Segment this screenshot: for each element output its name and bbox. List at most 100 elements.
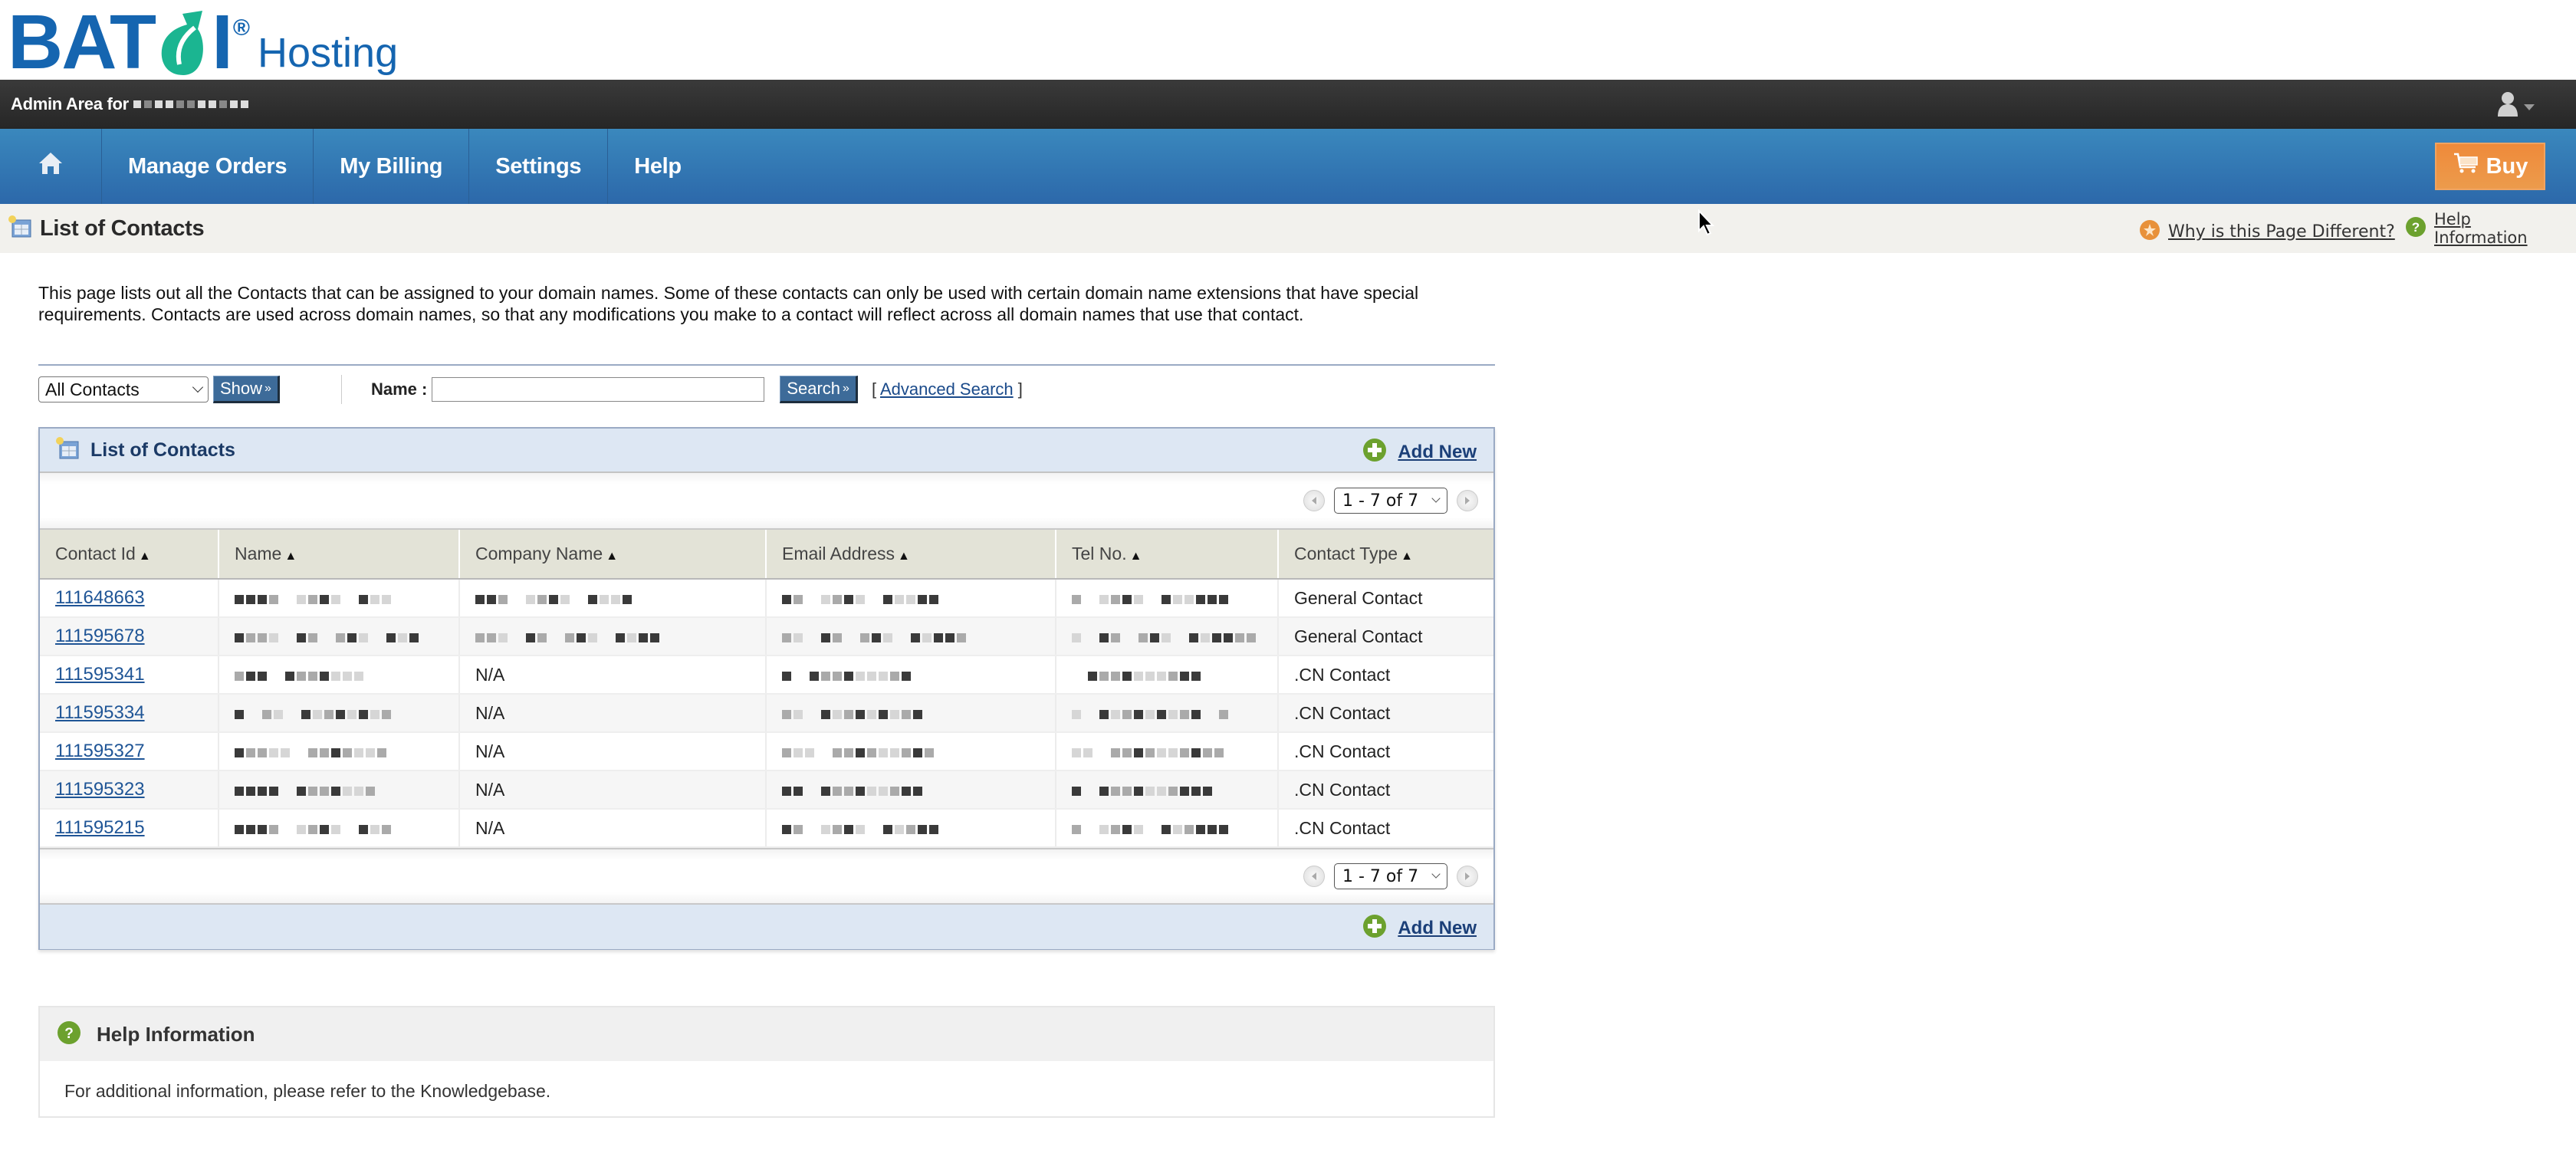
col-tel-no[interactable]: Tel No. ▲ — [1056, 530, 1279, 580]
col-contact-type[interactable]: Contact Type ▲ — [1278, 530, 1493, 580]
logo-text-left: BAT — [8, 0, 156, 85]
filter-row: All Contacts Show» Name : Search» [ Adva… — [38, 375, 1495, 404]
sort-asc-icon: ▲ — [898, 550, 910, 563]
prev-page-button[interactable] — [1303, 490, 1325, 511]
cell-tel — [1056, 579, 1279, 618]
svg-text:?: ? — [64, 1026, 74, 1042]
why-different-link[interactable]: Why is this Page Different? — [2139, 219, 2395, 245]
add-new-button[interactable]: Add New — [1362, 438, 1477, 466]
contact-id-link[interactable]: 111595678 — [55, 626, 145, 646]
advanced-search-link[interactable]: Advanced Search — [880, 380, 1014, 399]
redacted-value — [1072, 822, 1230, 837]
contact-id-link[interactable]: 111595327 — [55, 741, 145, 761]
cell-id: 111595215 — [40, 809, 219, 848]
page-title: List of Contacts — [40, 215, 205, 241]
redacted-value — [782, 822, 941, 837]
help-information-link[interactable]: ? Help Information — [2405, 210, 2534, 247]
panel-footer: Add New — [40, 905, 1493, 949]
company-value: N/A — [475, 702, 505, 723]
divider — [38, 364, 1495, 366]
user-icon — [2496, 90, 2519, 120]
filter-separator — [340, 375, 342, 404]
cell-tel — [1056, 732, 1279, 771]
page-range-select[interactable]: 1 - 7 of 7 — [1334, 488, 1447, 514]
cell-company: N/A — [459, 656, 767, 695]
help-box-title: Help Information — [97, 1022, 255, 1046]
nav-settings[interactable]: Settings — [469, 129, 609, 204]
col-email-address[interactable]: Email Address ▲ — [766, 530, 1056, 580]
redacted-value — [1072, 745, 1226, 761]
type-value: .CN Contact — [1294, 779, 1391, 800]
star-badge-icon — [2139, 219, 2160, 245]
col-name[interactable]: Name ▲ — [219, 530, 460, 580]
help-information-text[interactable]: Help Information — [2434, 210, 2534, 247]
cell-tel — [1056, 656, 1279, 695]
cell-email — [766, 694, 1056, 733]
help-icon: ? — [2405, 216, 2426, 242]
table-row: 111595323 N/A .CN Contact — [40, 770, 1493, 810]
company-value: N/A — [475, 817, 505, 838]
cell-type: .CN Contact — [1278, 809, 1493, 848]
contact-id-link[interactable]: 111595215 — [55, 817, 145, 838]
add-new-link[interactable]: Add New — [1398, 918, 1477, 939]
mouse-cursor-icon — [1697, 209, 1716, 241]
why-different-text[interactable]: Why is this Page Different? — [2168, 222, 2395, 242]
cell-name — [219, 694, 460, 733]
add-new-link[interactable]: Add New — [1398, 442, 1477, 463]
sort-asc-icon: ▲ — [1129, 550, 1142, 563]
nav-my-billing[interactable]: My Billing — [314, 129, 470, 204]
cell-tel — [1056, 770, 1279, 810]
col-company-name[interactable]: Company Name ▲ — [459, 530, 767, 580]
cart-icon — [2453, 152, 2480, 181]
cell-name — [219, 656, 460, 695]
prev-page-button[interactable] — [1303, 866, 1325, 887]
table-row: 111595215 N/A .CN Contact — [40, 809, 1493, 848]
next-page-button[interactable] — [1457, 490, 1478, 511]
redacted-value — [782, 707, 941, 722]
chevron-down-icon — [1431, 869, 1441, 879]
next-page-button[interactable] — [1457, 866, 1478, 887]
contacts-list-icon — [8, 215, 32, 242]
show-button[interactable]: Show» — [213, 376, 280, 403]
help-box-body: For additional information, please refer… — [64, 1081, 551, 1101]
redacted-value — [782, 784, 925, 799]
contact-id-link[interactable]: 111648663 — [55, 587, 145, 608]
contact-id-link[interactable]: 111595341 — [55, 664, 145, 685]
cell-name — [219, 732, 460, 771]
advanced-search: [ Advanced Search ] — [872, 380, 1023, 399]
cell-id: 111648663 — [40, 579, 219, 618]
search-button[interactable]: Search» — [780, 376, 858, 403]
cell-company: N/A — [459, 770, 767, 810]
name-search-input[interactable] — [432, 377, 765, 402]
contact-id-link[interactable]: 111595323 — [55, 779, 145, 800]
nav-manage-orders[interactable]: Manage Orders — [102, 129, 314, 204]
brand-logo[interactable]: BAT I ® Hosting — [8, 0, 398, 85]
cell-email — [766, 770, 1056, 810]
nav-home[interactable] — [0, 129, 102, 204]
contact-filter-select[interactable]: All Contacts — [38, 376, 209, 402]
buy-button[interactable]: Buy — [2435, 143, 2545, 190]
page-description: This page lists out all the Contacts tha… — [38, 283, 1419, 324]
add-new-button[interactable]: Add New — [1362, 914, 1477, 942]
redacted-value — [1072, 669, 1203, 684]
main-nav: Manage Orders My Billing Settings Help B… — [0, 129, 2576, 204]
bracket-open: [ — [871, 380, 877, 399]
cell-company — [459, 579, 767, 618]
redacted-value — [1072, 707, 1230, 722]
redacted-value — [235, 745, 389, 761]
user-menu[interactable] — [2496, 90, 2535, 120]
cell-company — [459, 617, 767, 656]
panel-header: List of Contacts Add New — [40, 429, 1493, 473]
contact-id-link[interactable]: 111595334 — [55, 702, 145, 723]
arrow-left-icon — [1312, 872, 1316, 880]
nav-help[interactable]: Help — [608, 129, 708, 204]
redacted-value — [235, 630, 421, 646]
col-contact-id[interactable]: Contact Id ▲ — [40, 530, 219, 580]
cell-name — [219, 617, 460, 656]
cell-id: 111595678 — [40, 617, 219, 656]
cell-email — [766, 617, 1056, 656]
page-range-select[interactable]: 1 - 7 of 7 — [1334, 863, 1447, 889]
cell-type: .CN Contact — [1278, 694, 1493, 733]
plus-circle-icon — [1362, 438, 1387, 466]
arrow-right-icon — [1465, 497, 1470, 504]
